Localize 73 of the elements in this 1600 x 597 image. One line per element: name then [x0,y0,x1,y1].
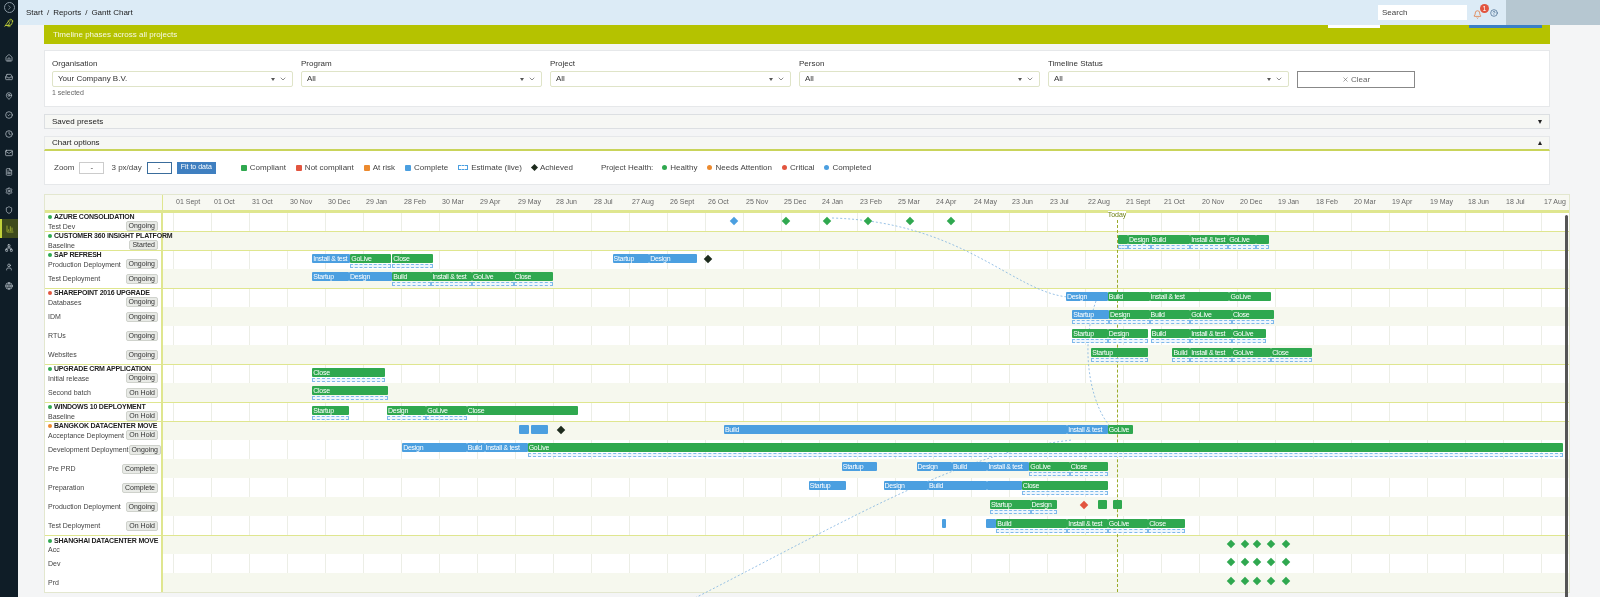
phase-bar[interactable] [1112,500,1122,509]
section-header[interactable]: Saved presets [44,114,1550,129]
sidebar-icon [5,205,13,214]
phase-bar[interactable] [941,519,946,528]
sidebar-icon [5,243,13,252]
sidebar-icon [5,53,13,62]
expand-icon [1538,119,1542,124]
sidebar-icon [5,262,13,271]
zoom-field[interactable]: - [79,161,105,174]
chevron-down-icon [528,75,536,83]
caret-icon [271,77,275,81]
chevron-down-icon [279,75,287,83]
filter-select[interactable]: All [799,71,1040,87]
legend-label: Estimate (live) [471,161,522,174]
zoom-label: Zoom [54,161,75,174]
breadcrumb-link[interactable]: Reports [53,6,82,19]
phase-bar[interactable] [1097,500,1107,509]
breadcrumb-link[interactable]: Start [26,6,43,19]
collapse-icon [1538,141,1542,145]
breadcrumb-separator: / [85,6,88,19]
chevron-down-icon [1275,75,1283,83]
section-header[interactable]: Chart options [44,136,1550,151]
phase-bar[interactable] [518,425,529,434]
scale-field[interactable]: - [146,161,172,174]
phase-bar[interactable] [1117,235,1129,244]
filter-select[interactable]: All [550,71,791,87]
legend-label: Completed [832,161,872,174]
sidebar-icon [5,281,13,290]
sidebar-icon [6,224,14,233]
breadcrumb-separator: / [46,6,50,19]
filter-label: Program [301,59,333,69]
chevron-down-icon [1026,75,1034,83]
sidebar-icon [5,91,13,100]
sidebar-icon [5,186,13,195]
filter-select[interactable]: All [1048,71,1289,87]
bell-icon [1473,9,1482,19]
legend-label: Critical [789,161,815,174]
filter-label: Timeline Status [1048,59,1104,69]
caret-icon [1018,77,1022,81]
legend-title: Project Health: [600,161,654,174]
filter-select[interactable]: All [301,71,542,87]
clear-button[interactable]: Clear [1297,71,1415,88]
legend-label: Compliant [249,161,286,174]
caret-icon [769,77,773,81]
filter-label: Person [799,59,826,69]
section-title: Chart options [52,137,101,149]
sidebar-icon [5,167,13,176]
sidebar-icon [5,72,13,81]
search-field[interactable]: Search [1378,5,1467,20]
legend-label: Healthy [670,161,698,174]
breadcrumb-link[interactable]: Gantt Chart [91,6,133,19]
sidebar-icon [5,110,13,119]
section-title: Saved presets [52,115,105,128]
filter-label: Organisation [52,59,99,69]
legend-label: Not compliant [304,161,354,174]
filter-select[interactable]: Your Company B.V. [52,71,293,87]
legend-label: Complete [414,161,449,174]
close-icon [1341,76,1349,83]
legend-label: At risk [372,161,395,174]
scrollbar-thumb[interactable] [1565,215,1568,597]
sidebar-icon [5,148,13,157]
bird-logo-icon[interactable] [4,18,14,28]
chevron-down-icon [777,75,785,83]
legend-label: Needs Attention [715,161,772,174]
filter-label: Project [550,59,576,69]
legend-label: Achieved [539,161,573,174]
scale-label: 3 px/day [111,161,142,174]
help-icon[interactable] [1490,8,1498,17]
sidebar-icon [5,129,13,138]
sidebar-item[interactable] [0,219,18,238]
caret-icon [1267,77,1271,81]
banner-text: Timeline phases across all projects [53,28,178,41]
caret-icon [520,77,524,81]
